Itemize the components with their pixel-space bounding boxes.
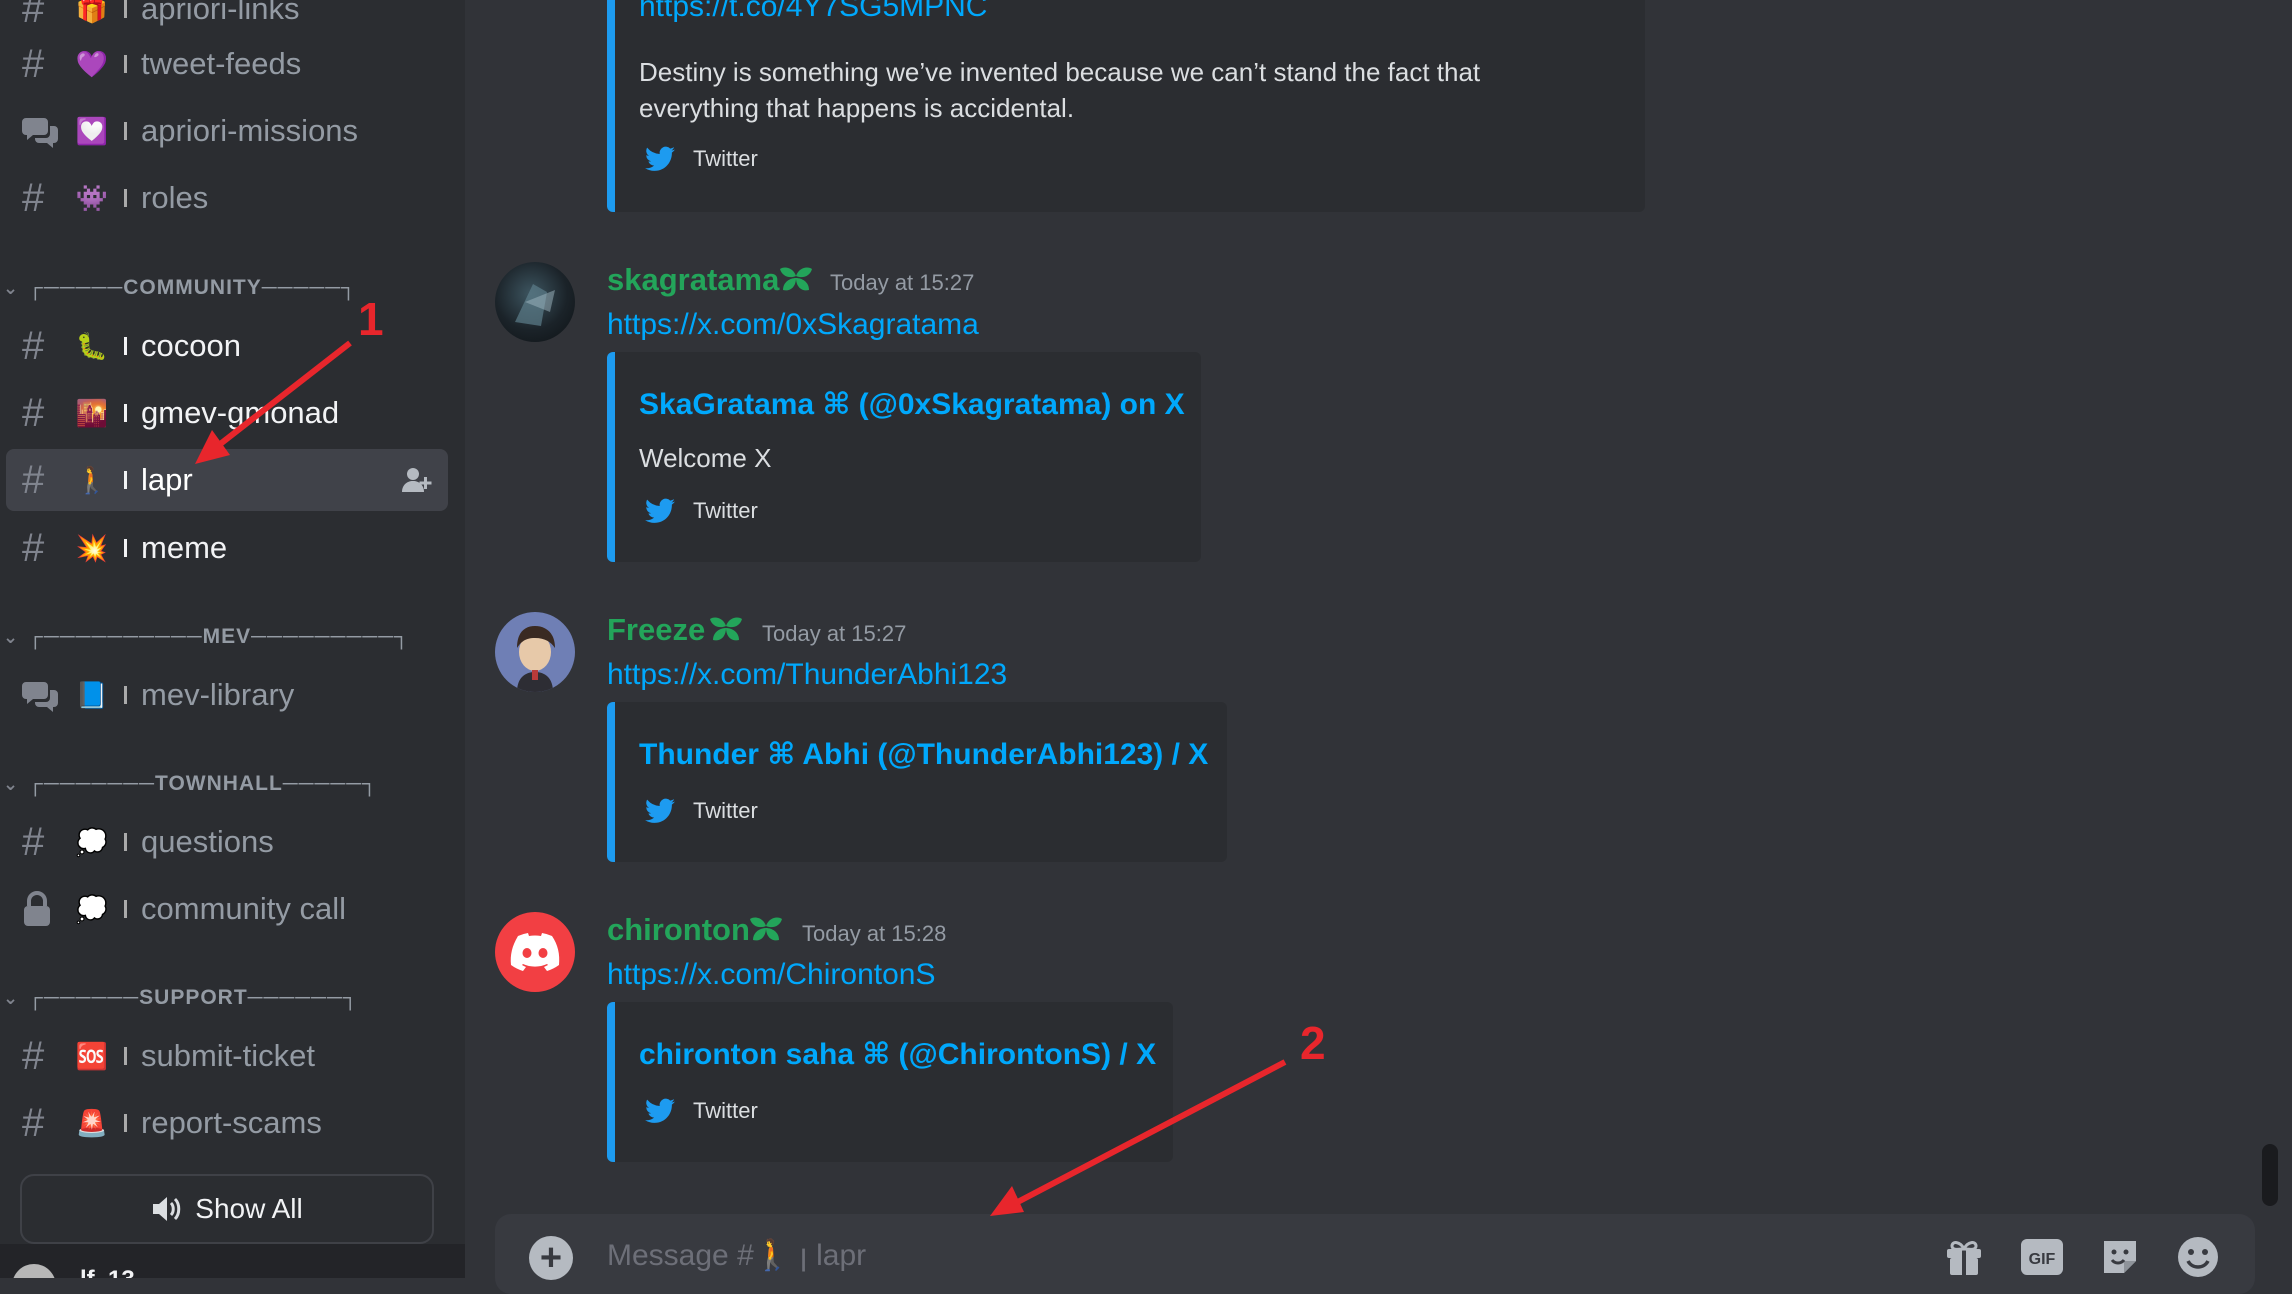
annotation-arrow-2 xyxy=(1008,1059,1287,1209)
annotation-arrow-1 xyxy=(208,340,352,455)
annotation-arrows xyxy=(195,340,1287,1216)
annotation-marker-1: 1 xyxy=(358,293,384,345)
annotation-arrowhead-1 xyxy=(195,430,230,464)
annotation-marker-2: 2 xyxy=(1300,1017,1326,1069)
annotation-arrowhead-2 xyxy=(990,1186,1024,1216)
